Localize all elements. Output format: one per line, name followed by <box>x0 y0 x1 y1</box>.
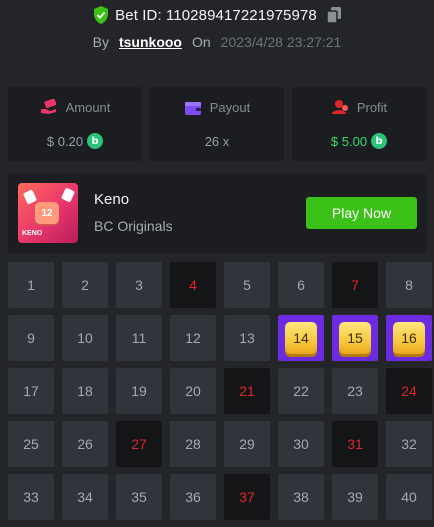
amount-label: Amount <box>65 99 111 115</box>
by-label: By <box>92 34 109 50</box>
bet-stats: Amount $ 0.20 b Payout 26 x Profit $ 5.0… <box>8 87 426 161</box>
profit-value: $ 5.00 <box>330 133 368 149</box>
on-label: On <box>191 34 211 50</box>
keno-cell-3: 3 <box>116 262 162 308</box>
keno-cell-37: 37 <box>224 474 270 520</box>
amount-card: Amount $ 0.20 b <box>8 87 142 161</box>
keno-cell-30: 30 <box>278 421 324 467</box>
keno-cell-5: 5 <box>224 262 270 308</box>
gem-icon: 14 <box>285 322 317 354</box>
amount-value: $ 0.20 <box>46 133 84 149</box>
game-name: Keno <box>94 191 130 208</box>
keno-cell-38: 38 <box>278 474 324 520</box>
play-now-button[interactable]: Play Now <box>306 197 417 229</box>
keno-cell-10: 10 <box>62 315 108 361</box>
gem-icon: 16 <box>393 322 425 354</box>
profit-user-icon <box>331 100 348 114</box>
keno-cell-23: 23 <box>332 368 378 414</box>
keno-cell-28: 28 <box>170 421 216 467</box>
bet-datetime: 2023/4/28 23:27:21 <box>220 34 342 50</box>
keno-cell-9: 9 <box>8 315 54 361</box>
keno-cell-18: 18 <box>62 368 108 414</box>
bet-meta-row: By tsunkooo On 2023/4/28 23:27:21 <box>0 31 434 53</box>
keno-cell-21: 21 <box>224 368 270 414</box>
payout-label: Payout <box>209 100 251 115</box>
keno-cell-4: 4 <box>170 262 216 308</box>
money-hand-icon <box>40 99 56 114</box>
keno-cell-15: 15 <box>332 315 378 361</box>
keno-cell-20: 20 <box>170 368 216 414</box>
keno-cell-26: 26 <box>62 421 108 467</box>
copy-icon[interactable] <box>326 7 341 23</box>
card-icon <box>22 189 38 205</box>
keno-cell-39: 39 <box>332 474 378 520</box>
thumb-tile: 12 <box>35 202 59 224</box>
keno-thumbnail[interactable]: 12 KENO <box>18 183 78 243</box>
keno-cell-12: 12 <box>170 315 216 361</box>
bc-coin-icon: b <box>87 133 104 149</box>
keno-cell-29: 29 <box>224 421 270 467</box>
keno-cell-25: 25 <box>8 421 54 467</box>
keno-cell-13: 13 <box>224 315 270 361</box>
payout-card: Payout 26 x <box>150 87 284 161</box>
keno-cell-19: 19 <box>116 368 162 414</box>
keno-cell-22: 22 <box>278 368 324 414</box>
game-provider: BC Originals <box>94 218 173 234</box>
bet-id-row: Bet ID: 110289417221975978 <box>0 4 434 26</box>
keno-cell-35: 35 <box>116 474 162 520</box>
keno-cell-36: 36 <box>170 474 216 520</box>
keno-cell-33: 33 <box>8 474 54 520</box>
verified-shield-icon <box>94 6 109 24</box>
keno-cell-2: 2 <box>62 262 108 308</box>
keno-cell-7: 7 <box>332 262 378 308</box>
keno-cell-1: 1 <box>8 262 54 308</box>
bet-id: Bet ID: 110289417221975978 <box>115 6 317 24</box>
wallet-icon <box>184 101 201 115</box>
keno-cell-31: 31 <box>332 421 378 467</box>
keno-cell-24: 24 <box>386 368 432 414</box>
keno-cell-27: 27 <box>116 421 162 467</box>
thumb-label: KENO <box>22 230 43 237</box>
bc-coin-icon: b <box>371 133 388 149</box>
game-card: 12 KENO Keno BC Originals Play Now <box>8 173 426 253</box>
keno-cell-16: 16 <box>386 315 432 361</box>
keno-cell-14: 14 <box>278 315 324 361</box>
keno-cell-40: 40 <box>386 474 432 520</box>
gem-icon: 15 <box>339 322 371 354</box>
keno-cell-8: 8 <box>386 262 432 308</box>
keno-cell-17: 17 <box>8 368 54 414</box>
card-icon <box>60 187 76 203</box>
profit-card: Profit $ 5.00 b <box>292 87 426 161</box>
keno-cell-11: 11 <box>116 315 162 361</box>
profit-label: Profit <box>356 99 388 115</box>
keno-cell-6: 6 <box>278 262 324 308</box>
payout-value: 26 x <box>204 133 230 149</box>
keno-cell-34: 34 <box>62 474 108 520</box>
keno-cell-32: 32 <box>386 421 432 467</box>
keno-board: 1 2 3 4 5 6 7 8 9 10 11 12 13 14 15 16 17 18 19 20 21 22 23 24 2… <box>8 262 432 520</box>
username-link[interactable]: tsunkooo <box>119 34 182 50</box>
